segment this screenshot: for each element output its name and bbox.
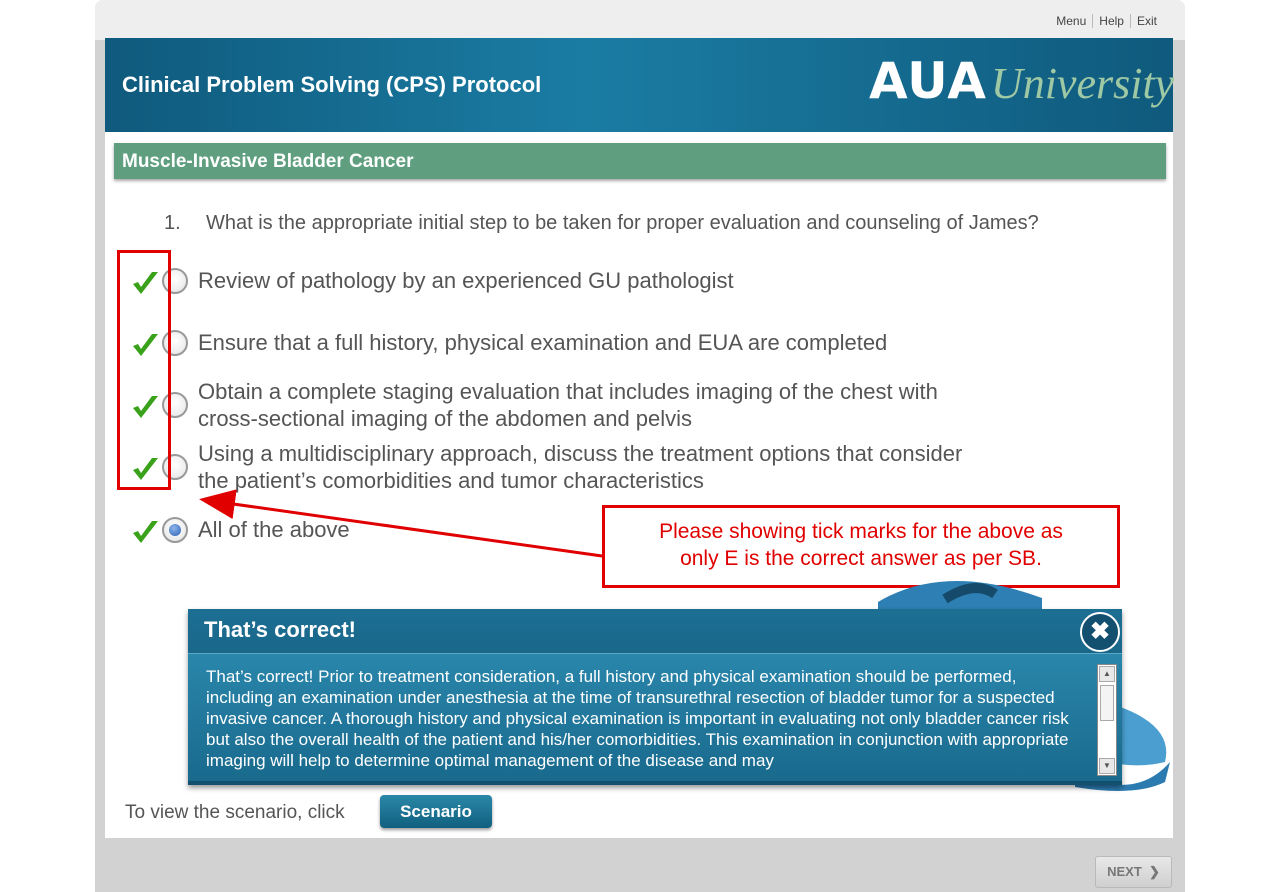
top-bar [95,0,1185,40]
content-area: Muscle-Invasive Bladder Cancer 1. What i… [105,132,1173,838]
question-text: What is the appropriate initial step to … [206,212,1039,234]
logo-main: AUA [869,52,987,110]
scenario-prompt: To view the scenario, click [125,802,345,823]
scroll-up-arrow-icon[interactable]: ▲ [1099,666,1115,682]
scroll-down-arrow-icon[interactable]: ▼ [1099,758,1115,774]
radio-button-selected[interactable] [162,517,188,543]
feedback-title: That’s correct! [204,617,357,642]
feedback-text: That’s correct! Prior to treatment consi… [206,667,1069,770]
help-link[interactable]: Help [1092,14,1130,28]
scroll-thumb[interactable] [1100,685,1114,721]
next-label: NEXT [1107,864,1142,879]
feedback-body: That’s correct! Prior to treatment consi… [188,653,1122,781]
scenario-button[interactable]: Scenario [380,795,492,828]
menu-link[interactable]: Menu [1050,14,1092,28]
annotation-line1: Please showing tick marks for the above … [659,520,1063,543]
chevron-right-icon: ❯ [1145,864,1160,879]
option-label-line2: cross-sectional imaging of the abdomen a… [198,406,693,431]
option-label-line1: Using a multidisciplinary approach, disc… [198,441,963,466]
next-button[interactable]: NEXT ❯ [1095,856,1172,888]
checkmark-icon [133,521,158,543]
close-icon[interactable]: ✖ [1080,612,1120,652]
course-title: Clinical Problem Solving (CPS) Protocol [122,72,542,97]
annotation-highlight-box [117,250,171,490]
feedback-scrollbar[interactable]: ▲ ▼ [1097,664,1117,776]
option-label: Review of pathology by an experienced GU… [198,268,734,293]
annotation-line2: only E is the correct answer as per SB. [680,547,1042,570]
exit-link[interactable]: Exit [1129,14,1163,28]
logo-sub: University [990,59,1175,108]
option-label-line1: Obtain a complete staging evaluation tha… [198,379,938,404]
option-label: Ensure that a full history, physical exa… [198,330,888,355]
option-label-line2: the patient’s comorbidities and tumor ch… [198,468,704,493]
option-label: All of the above [198,517,350,542]
aua-university-logo: AUAUniversity [869,52,1174,110]
course-header: Clinical Problem Solving (CPS) Protocol … [105,38,1174,132]
top-nav: Menu Help Exit [1050,14,1163,28]
section-bar: Muscle-Invasive Bladder Cancer [114,143,1166,179]
feedback-dialog: That’s correct! ✖ That’s correct! Prior … [188,609,1122,785]
question-number: 1. [164,212,181,234]
section-title: Muscle-Invasive Bladder Cancer [122,151,414,172]
